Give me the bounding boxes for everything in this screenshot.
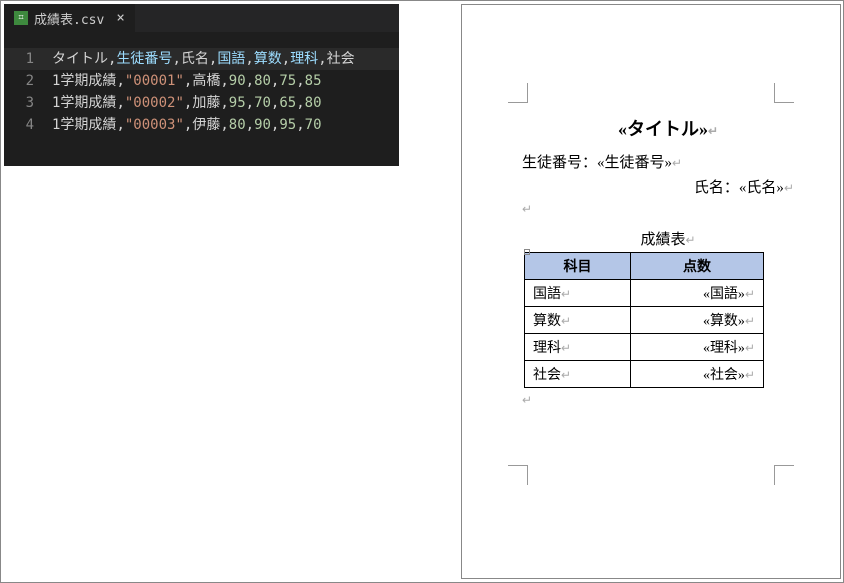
table-handle-icon[interactable]: [524, 249, 530, 255]
return-mark-icon: ↵: [522, 393, 532, 407]
table-header-row: 科目 点数: [525, 253, 764, 280]
subject-cell: 算数↵: [525, 307, 631, 334]
table-row: 算数↵«算数»↵: [525, 307, 764, 334]
table-row: 理科↵«理科»↵: [525, 334, 764, 361]
line-content: 1学期成績,"00002",加藤,95,70,65,80: [52, 92, 322, 114]
margin-mark-icon: [774, 83, 794, 103]
return-mark-icon: ↵: [685, 233, 695, 247]
code-line[interactable]: 31学期成績,"00002",加藤,95,70,65,80: [4, 92, 399, 114]
score-cell: «社会»↵: [631, 361, 764, 388]
line-number: 4: [4, 114, 52, 136]
code-line[interactable]: 21学期成績,"00001",高橋,90,80,75,85: [4, 70, 399, 92]
score-table: 科目 点数 国語↵«国語»↵算数↵«算数»↵理科↵«理科»↵社会↵«社会»↵: [524, 252, 764, 388]
line-content: 1学期成績,"00003",伊藤,80,90,95,70: [52, 114, 322, 136]
return-mark-icon: ↵: [708, 124, 718, 138]
csv-file-icon: ⌗: [14, 11, 28, 25]
code-editor[interactable]: ⌗ 成績表.csv × 1タイトル,生徒番号,氏名,国語,算数,理科,社会21学…: [4, 4, 399, 166]
line-number: 3: [4, 92, 52, 114]
score-cell: «理科»↵: [631, 334, 764, 361]
merge-field-student-no: «生徒番号»: [597, 155, 672, 171]
line-number: 2: [4, 70, 52, 92]
editor-tab-label: 成績表.csv: [34, 9, 104, 28]
code-line[interactable]: 41学期成績,"00003",伊藤,80,90,95,70: [4, 114, 399, 136]
code-area[interactable]: 1タイトル,生徒番号,氏名,国語,算数,理科,社会21学期成績,"00001",…: [4, 32, 399, 142]
margin-mark-icon: [508, 83, 528, 103]
blank-line: ↵: [522, 201, 814, 218]
merge-field-title: «タイトル»: [618, 119, 708, 139]
close-icon[interactable]: ×: [116, 10, 124, 26]
subject-cell: 理科↵: [525, 334, 631, 361]
return-mark-icon: ↵: [672, 156, 682, 170]
score-cell: «国語»↵: [631, 280, 764, 307]
line-number: 1: [4, 48, 52, 70]
doc-body[interactable]: «タイトル»↵ 生徒番号：«生徒番号»↵ 氏名：«氏名»↵ ↵ 成績表↵ 科目 …: [522, 115, 814, 413]
line-content: 1学期成績,"00001",高橋,90,80,75,85: [52, 70, 322, 92]
merge-field-name: «氏名»: [739, 180, 784, 196]
subject-cell: 国語↵: [525, 280, 631, 307]
name-line: 氏名：«氏名»↵: [522, 176, 814, 197]
margin-mark-icon: [508, 465, 528, 485]
table-caption: 成績表↵: [522, 228, 814, 249]
col-score: 点数: [631, 253, 764, 280]
margin-mark-icon: [774, 465, 794, 485]
table-row: 社会↵«社会»↵: [525, 361, 764, 388]
table-caption-text: 成績表: [640, 232, 685, 248]
code-line[interactable]: 1タイトル,生徒番号,氏名,国語,算数,理科,社会: [4, 48, 399, 70]
name-label: 氏名：: [694, 180, 739, 196]
editor-tab-csv[interactable]: ⌗ 成績表.csv ×: [4, 4, 135, 32]
return-mark-icon: ↵: [784, 181, 794, 195]
student-no-line: 生徒番号：«生徒番号»↵: [522, 151, 814, 172]
score-cell: «算数»↵: [631, 307, 764, 334]
table-row: 国語↵«国語»↵: [525, 280, 764, 307]
doc-title-line: «タイトル»↵: [522, 115, 814, 141]
editor-tabbar: ⌗ 成績表.csv ×: [4, 4, 399, 32]
student-no-label: 生徒番号：: [522, 155, 597, 171]
subject-cell: 社会↵: [525, 361, 631, 388]
blank-line: ↵: [522, 392, 814, 409]
word-document: «タイトル»↵ 生徒番号：«生徒番号»↵ 氏名：«氏名»↵ ↵ 成績表↵ 科目 …: [461, 4, 841, 579]
col-subject: 科目: [525, 253, 631, 280]
return-mark-icon: ↵: [522, 202, 532, 216]
line-content: タイトル,生徒番号,氏名,国語,算数,理科,社会: [52, 48, 355, 70]
